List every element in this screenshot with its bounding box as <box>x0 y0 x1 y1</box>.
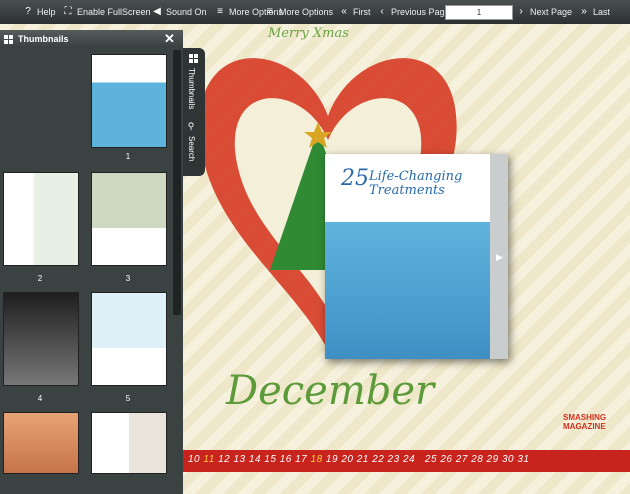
fullscreen-button[interactable]: ⛶ Enable FullScreen <box>62 0 151 24</box>
thumbnail-label: 3 <box>125 274 131 283</box>
previous-icon: ‹ <box>380 6 384 17</box>
previous-page-button[interactable]: ‹ Previous Page <box>376 0 449 24</box>
thumbnail-label: 2 <box>37 274 43 283</box>
thumbnail-scrollbar[interactable] <box>173 50 181 315</box>
book-photo <box>325 222 490 359</box>
side-tab-strip: Thumbnails ⚲ Search <box>183 48 205 176</box>
panel-header: Thumbnails ✕ <box>0 30 183 48</box>
calendar-bar: 10 11 12 13 14 15 16 17 18 19 20 21 22 2… <box>183 450 630 472</box>
first-page-icon: « <box>341 6 347 17</box>
sound-button[interactable]: ◀ Sound On <box>151 0 206 24</box>
search-icon: ⚲ <box>187 122 197 132</box>
tab-search[interactable]: Search <box>187 136 196 161</box>
thumbnail-label: 1 <box>125 152 131 161</box>
merry-xmas-text: Merry Xmas <box>268 26 349 41</box>
help-button[interactable]: ? Help <box>22 0 55 24</box>
first-page-button[interactable]: « First <box>338 0 370 24</box>
more-options-button-2[interactable]: ≡ More Options <box>264 0 333 24</box>
thumbnail-page-6[interactable] <box>3 412 79 474</box>
thumbnail-label: 4 <box>37 394 43 403</box>
brand-logo: SMASHING MAGAZINE <box>563 413 607 431</box>
thumbnail-list[interactable]: 1 2 3 4 5 <box>0 48 172 494</box>
close-icon[interactable]: ✕ <box>164 31 175 47</box>
list-icon: ≡ <box>217 6 223 17</box>
book-title: Life-Changing Treatments <box>369 169 463 198</box>
tab-thumbnails[interactable]: Thumbnails <box>187 68 196 109</box>
book-body-text <box>341 200 491 220</box>
last-page-button[interactable]: » Last <box>578 0 610 24</box>
calendar-days: 10 11 12 13 14 15 16 17 18 19 20 21 22 2… <box>188 454 530 465</box>
grid-icon <box>4 35 13 44</box>
month-title: December <box>226 368 435 414</box>
speaker-icon: ◀ <box>153 6 161 17</box>
flipbook-page[interactable]: 25 Life-Changing Treatments ▶ <box>325 154 508 359</box>
panel-title: Thumbnails <box>18 34 69 44</box>
next-icon: › <box>519 6 523 17</box>
grid-icon <box>189 54 198 63</box>
thumbnail-page-1[interactable] <box>91 54 167 148</box>
thumbnail-page-4[interactable] <box>3 292 79 386</box>
last-page-icon: » <box>581 6 587 17</box>
book-title-number: 25 <box>341 166 369 191</box>
toolbar: ? Help ⛶ Enable FullScreen ◀ Sound On ≡ … <box>0 0 630 24</box>
thumbnail-page-2[interactable] <box>3 172 79 266</box>
next-page-arrow-icon[interactable]: ▶ <box>496 252 503 263</box>
fullscreen-icon: ⛶ <box>64 6 72 17</box>
next-page-button[interactable]: › Next Page <box>515 0 572 24</box>
thumbnail-page-3[interactable] <box>91 172 167 266</box>
page-number-input[interactable]: 1 <box>445 5 513 20</box>
thumbnails-panel: Thumbnails ✕ 1 2 3 4 5 <box>0 30 183 494</box>
list-icon: ≡ <box>267 6 273 17</box>
thumbnail-page-7[interactable] <box>91 412 167 474</box>
help-icon: ? <box>25 6 31 17</box>
thumbnail-page-5[interactable] <box>91 292 167 386</box>
thumbnail-label: 5 <box>125 394 131 403</box>
